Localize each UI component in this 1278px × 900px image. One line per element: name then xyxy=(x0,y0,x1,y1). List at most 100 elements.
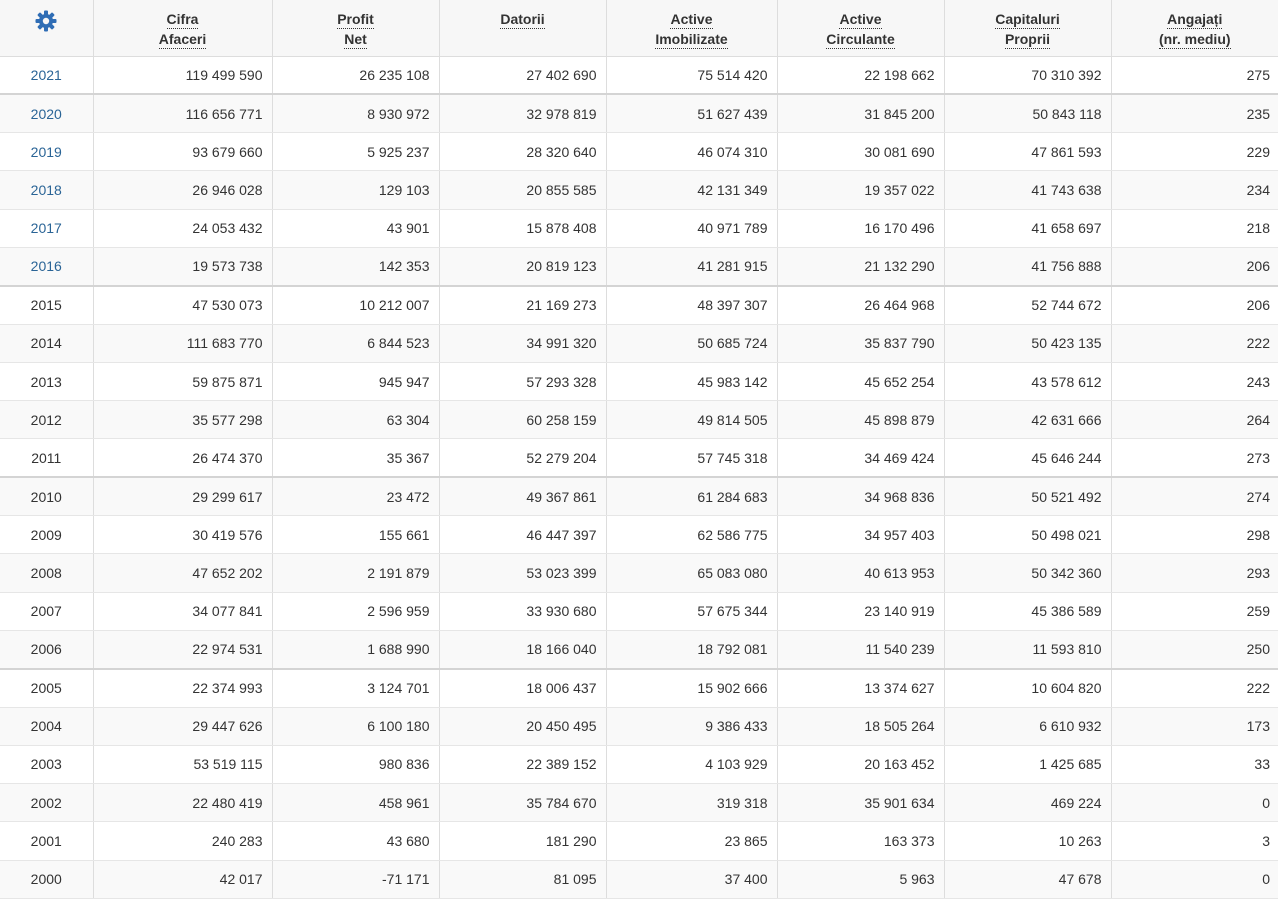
value-cell: 19 573 738 xyxy=(93,247,273,287)
settings-header-cell[interactable] xyxy=(0,0,94,57)
value-cell: 243 xyxy=(1111,362,1278,402)
header-line1: Datorii xyxy=(500,11,545,29)
value-cell: 222 xyxy=(1111,324,1278,363)
value-cell: 22 974 531 xyxy=(93,630,273,670)
table-row: 2009 30 419 576 155 661 46 447 397 62 586 77… xyxy=(0,515,1278,555)
value-cell: 45 386 589 xyxy=(944,592,1112,631)
value-cell: 173 xyxy=(1111,707,1278,746)
value-cell: 10 263 xyxy=(944,821,1112,861)
year-link[interactable]: 2021 xyxy=(0,56,94,95)
value-cell: 4 103 929 xyxy=(606,745,778,785)
year-link[interactable]: 2016 xyxy=(0,247,94,287)
value-cell: 458 961 xyxy=(272,783,440,823)
table-row: 2011 26 474 370 35 367 52 279 204 57 745 318… xyxy=(0,438,1278,478)
year-link[interactable]: 2017 xyxy=(0,209,94,248)
value-cell: 60 258 159 xyxy=(439,400,607,440)
value-cell: 30 081 690 xyxy=(777,132,945,172)
value-cell: 57 675 344 xyxy=(606,592,778,631)
year-link[interactable]: 2019 xyxy=(0,132,94,172)
header-line1: Angajați xyxy=(1167,11,1223,29)
value-cell: 119 499 590 xyxy=(93,56,273,95)
value-cell: 43 578 612 xyxy=(944,362,1112,402)
table-row: 2018 26 946 028 129 103 20 855 585 42 131 34… xyxy=(0,170,1278,210)
value-cell: 70 310 392 xyxy=(944,56,1112,95)
table-row: 2004 29 447 626 6 100 180 20 450 495 9 386 4… xyxy=(0,707,1278,746)
value-cell: 298 xyxy=(1111,515,1278,555)
value-cell: 63 304 xyxy=(272,400,440,440)
value-cell: 24 053 432 xyxy=(93,209,273,248)
table-row: 2005 22 374 993 3 124 701 18 006 437 15 902 … xyxy=(0,667,1278,708)
header-line2: Imobilizate xyxy=(655,31,728,49)
value-cell: 50 685 724 xyxy=(606,324,778,363)
value-cell: 40 613 953 xyxy=(777,553,945,593)
value-cell: 181 290 xyxy=(439,821,607,861)
value-cell: 40 971 789 xyxy=(606,209,778,248)
value-cell: 42 631 666 xyxy=(944,400,1112,440)
value-cell: 222 xyxy=(1111,667,1278,708)
value-cell: 111 683 770 xyxy=(93,324,273,363)
value-cell: 52 279 204 xyxy=(439,438,607,478)
value-cell: 155 661 xyxy=(272,515,440,555)
value-cell: 11 593 810 xyxy=(944,630,1112,670)
column-header-profit-net[interactable]: Profit Net xyxy=(272,0,440,57)
year-cell: 2010 xyxy=(0,476,94,517)
value-cell: 8 930 972 xyxy=(272,93,440,134)
header-row: Cifra Afaceri Profit Net Datorii Active Imo… xyxy=(0,0,1278,57)
gear-icon[interactable] xyxy=(34,9,58,33)
value-cell: 26 474 370 xyxy=(93,438,273,478)
value-cell: 50 342 360 xyxy=(944,553,1112,593)
year-cell: 2008 xyxy=(0,553,94,593)
value-cell: 35 367 xyxy=(272,438,440,478)
value-cell: 34 991 320 xyxy=(439,324,607,363)
value-cell: 35 837 790 xyxy=(777,324,945,363)
year-cell: 2009 xyxy=(0,515,94,555)
value-cell: 41 281 915 xyxy=(606,247,778,287)
value-cell: 57 293 328 xyxy=(439,362,607,402)
value-cell: 50 521 492 xyxy=(944,476,1112,517)
table-row: 2002 22 480 419 458 961 35 784 670 319 318 35… xyxy=(0,783,1278,823)
value-cell: 18 006 437 xyxy=(439,667,607,708)
value-cell: 35 901 634 xyxy=(777,783,945,823)
value-cell: 5 963 xyxy=(777,860,945,900)
value-cell: 57 745 318 xyxy=(606,438,778,478)
value-cell: 5 925 237 xyxy=(272,132,440,172)
value-cell: 35 784 670 xyxy=(439,783,607,823)
value-cell: 26 464 968 xyxy=(777,284,945,325)
value-cell: 61 284 683 xyxy=(606,476,778,517)
value-cell: 10 212 007 xyxy=(272,284,440,325)
year-cell: 2001 xyxy=(0,821,94,861)
value-cell: 47 652 202 xyxy=(93,553,273,593)
table-row: 2006 22 974 531 1 688 990 18 166 040 18 792 … xyxy=(0,630,1278,670)
value-cell: 45 652 254 xyxy=(777,362,945,402)
year-link[interactable]: 2020 xyxy=(0,93,94,134)
table-row: 2008 47 652 202 2 191 879 53 023 399 65 083 … xyxy=(0,553,1278,593)
column-header-datorii[interactable]: Datorii xyxy=(439,0,607,57)
header-line2: Circulante xyxy=(826,31,895,49)
table-row: 2014 111 683 770 6 844 523 34 991 320 50 685… xyxy=(0,324,1278,363)
value-cell: 274 xyxy=(1111,476,1278,517)
year-cell: 2006 xyxy=(0,630,94,670)
value-cell: 129 103 xyxy=(272,170,440,210)
column-header-angajati[interactable]: Angajați (nr. mediu) xyxy=(1111,0,1278,57)
column-header-capitaluri-proprii[interactable]: Capitaluri Proprii xyxy=(944,0,1112,57)
value-cell: 240 283 xyxy=(93,821,273,861)
value-cell: 45 646 244 xyxy=(944,438,1112,478)
year-cell: 2003 xyxy=(0,745,94,785)
value-cell: 47 861 593 xyxy=(944,132,1112,172)
year-link[interactable]: 2018 xyxy=(0,170,94,210)
value-cell: 30 419 576 xyxy=(93,515,273,555)
column-header-active-circulante[interactable]: Active Circulante xyxy=(777,0,945,57)
value-cell: 48 397 307 xyxy=(606,284,778,325)
value-cell: 26 946 028 xyxy=(93,170,273,210)
header-line1: Active xyxy=(839,11,882,29)
column-header-cifra-afaceri[interactable]: Cifra Afaceri xyxy=(93,0,273,57)
table-row: 2007 34 077 841 2 596 959 33 930 680 57 675 … xyxy=(0,592,1278,631)
column-header-active-imobilizate[interactable]: Active Imobilizate xyxy=(606,0,778,57)
value-cell: 15 902 666 xyxy=(606,667,778,708)
value-cell: 50 423 135 xyxy=(944,324,1112,363)
value-cell: 27 402 690 xyxy=(439,56,607,95)
value-cell: 116 656 771 xyxy=(93,93,273,134)
value-cell: 235 xyxy=(1111,93,1278,134)
table-row: 2021 119 499 590 26 235 108 27 402 690 75 51… xyxy=(0,56,1278,95)
value-cell: 13 374 627 xyxy=(777,667,945,708)
